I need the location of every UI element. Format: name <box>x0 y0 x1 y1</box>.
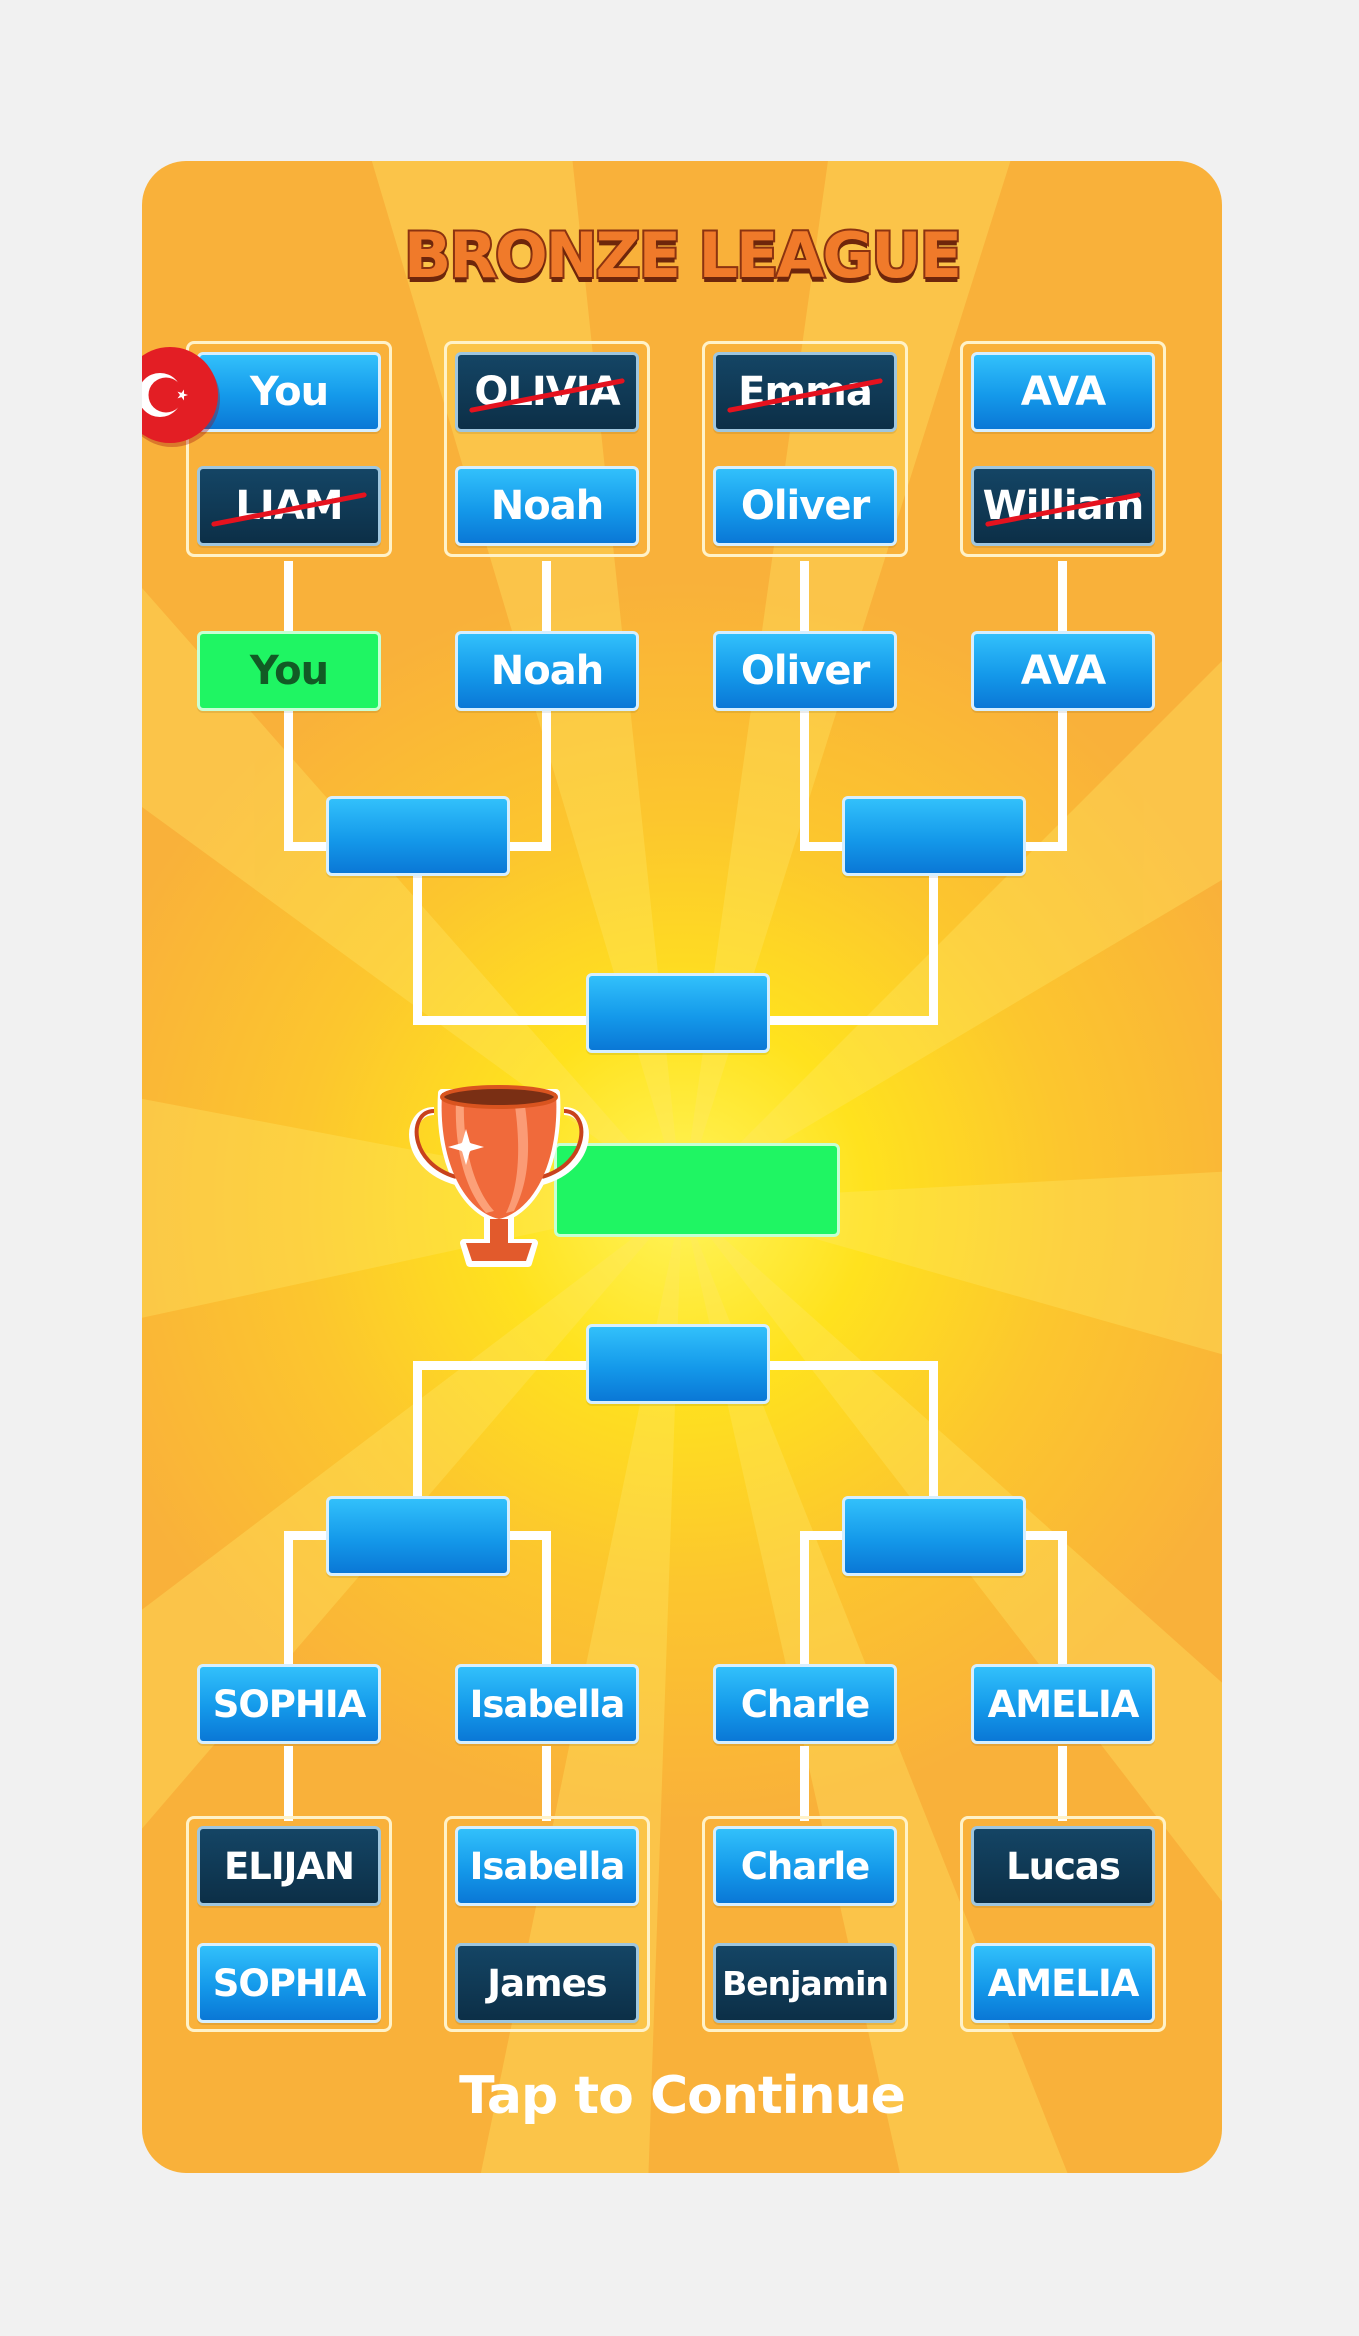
player-name: ELIJAN <box>224 1844 355 1888</box>
player-name: Charle <box>740 1682 870 1726</box>
tap-to-continue-button[interactable]: Tap to Continue <box>142 2066 1222 2126</box>
player-name: James <box>487 1961 607 2005</box>
player-slot-eliminated[interactable]: Benjamin <box>713 1943 897 2023</box>
player-slot[interactable]: SOPHIA <box>197 1943 381 2023</box>
player-name: You <box>249 369 329 415</box>
player-name: AMELIA <box>987 1961 1140 2005</box>
player-name: You <box>249 648 329 694</box>
player-slot-eliminated[interactable]: OLIVIA <box>455 352 639 432</box>
connector-line <box>542 1746 551 1821</box>
player-slot[interactable]: Noah <box>455 466 639 546</box>
player-name: Noah <box>490 648 604 694</box>
player-slot[interactable]: SOPHIA <box>197 1664 381 1744</box>
bracket-card[interactable]: BRONZE LEAGUE You LIAM OLIVIA Noah Emma … <box>142 161 1222 2173</box>
connector-line <box>800 711 809 851</box>
connector-line <box>284 561 293 631</box>
player-slot-eliminated[interactable]: James <box>455 1943 639 2023</box>
player-slot[interactable]: Charle <box>713 1826 897 1906</box>
player-slot[interactable]: AMELIA <box>971 1943 1155 2023</box>
semifinal-slot-empty[interactable] <box>842 1496 1026 1576</box>
player-slot[interactable]: Isabella <box>455 1664 639 1744</box>
connector-line <box>800 1531 809 1676</box>
turkey-flag-icon <box>142 347 220 447</box>
player-slot-eliminated[interactable]: Emma <box>713 352 897 432</box>
player-slot[interactable]: Oliver <box>713 631 897 711</box>
player-slot-you[interactable]: You <box>197 352 381 432</box>
player-name: AVA <box>1020 369 1106 415</box>
semifinal-slot-empty[interactable] <box>326 796 510 876</box>
player-name: Oliver <box>740 483 870 529</box>
connector-line <box>800 561 809 631</box>
player-name: AVA <box>1020 648 1106 694</box>
player-name: Benjamin <box>722 1963 889 2003</box>
final-slot-empty[interactable] <box>586 1324 770 1404</box>
player-name: SOPHIA <box>212 1682 367 1726</box>
semifinal-slot-empty[interactable] <box>842 796 1026 876</box>
connector-line <box>284 1746 293 1821</box>
player-slot-eliminated[interactable]: LIAM <box>197 466 381 546</box>
league-title: BRONZE LEAGUE <box>402 217 964 294</box>
player-name: Charle <box>740 1844 870 1888</box>
connector-line <box>800 1746 809 1821</box>
connector-line <box>284 1531 293 1676</box>
final-slot-empty[interactable] <box>586 973 770 1053</box>
player-slot[interactable]: AMELIA <box>971 1664 1155 1744</box>
player-name: AMELIA <box>987 1682 1140 1726</box>
connector-line <box>1058 561 1067 631</box>
player-name: Isabella <box>469 1682 626 1726</box>
connector-line <box>929 1361 938 1511</box>
player-slot-you-advanced[interactable]: You <box>197 631 381 711</box>
connector-line <box>1058 1746 1067 1821</box>
semifinal-slot-empty[interactable] <box>326 1496 510 1576</box>
connector-line <box>542 1531 551 1676</box>
player-slot[interactable]: Noah <box>455 631 639 711</box>
player-name: SOPHIA <box>212 1961 367 2005</box>
player-name: Noah <box>490 483 604 529</box>
player-slot[interactable]: Charle <box>713 1664 897 1744</box>
connector-line <box>1058 1531 1067 1676</box>
connector-line <box>413 875 422 1025</box>
connector-line <box>1058 711 1067 851</box>
player-name: Oliver <box>740 648 870 694</box>
connector-line <box>542 561 551 631</box>
connector-line <box>284 711 293 851</box>
connector-line <box>929 875 938 1025</box>
player-slot[interactable]: Isabella <box>455 1826 639 1906</box>
player-name: Isabella <box>469 1844 626 1888</box>
player-slot[interactable]: AVA <box>971 631 1155 711</box>
player-name: Lucas <box>1006 1844 1121 1888</box>
player-slot-eliminated[interactable]: Lucas <box>971 1826 1155 1906</box>
connector-line <box>542 711 551 851</box>
player-slot-eliminated[interactable]: ELIJAN <box>197 1826 381 1906</box>
connector-line <box>413 1361 422 1511</box>
bronze-trophy-icon <box>409 1085 589 1267</box>
player-slot[interactable]: AVA <box>971 352 1155 432</box>
player-slot-eliminated[interactable]: William <box>971 466 1155 546</box>
player-slot[interactable]: Oliver <box>713 466 897 546</box>
